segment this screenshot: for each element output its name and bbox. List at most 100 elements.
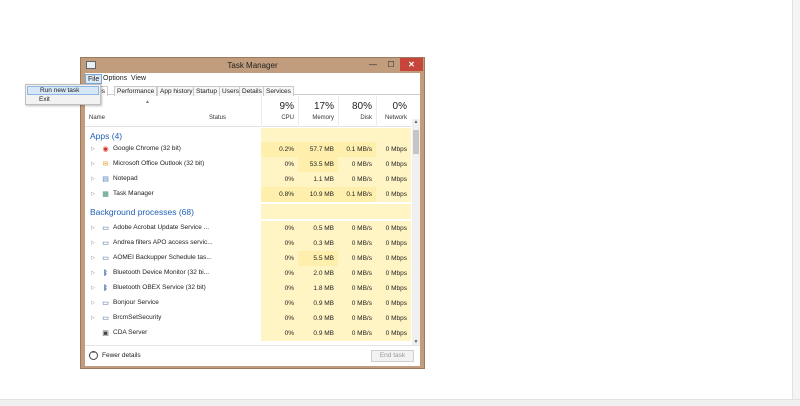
end-task-button[interactable]: End task xyxy=(371,350,414,362)
chrome-icon: ◉ xyxy=(102,146,109,153)
close-button[interactable]: ✕ xyxy=(400,58,423,71)
fewer-details-link[interactable]: Fewer details xyxy=(102,352,141,359)
table-row[interactable]: ▷ ◉ Google Chrome (32 bit) 0.2% 57.7 MB … xyxy=(85,142,411,157)
column-memory-percent[interactable]: 17% xyxy=(298,101,334,112)
process-name: AOMEI Backupper Schedule tas... xyxy=(113,254,212,261)
table-row[interactable]: ▣ CDA Server 0% 0.9 MB 0 MB/s 0 Mbps xyxy=(85,326,411,341)
title-bar[interactable]: Task Manager — ☐ ✕ xyxy=(81,58,424,73)
network-value: 0 Mbps xyxy=(376,296,411,311)
memory-value: 0.3 MB xyxy=(298,236,338,251)
menu-item-exit[interactable]: Exit xyxy=(27,95,99,104)
table-row[interactable]: ▷ ᛒ Bluetooth Device Monitor (32 bi... 0… xyxy=(85,266,411,281)
table-row[interactable]: ▷ ▤ Notepad 0% 1.1 MB 0 MB/s 0 Mbps xyxy=(85,172,411,187)
network-value: 0 Mbps xyxy=(376,172,411,187)
cpu-value: 0% xyxy=(261,236,298,251)
memory-value: 0.9 MB xyxy=(298,311,338,326)
table-row[interactable]: ▷ ▦ Task Manager 0.8% 10.9 MB 0.1 MB/s 0… xyxy=(85,187,411,202)
service-window-icon: ▭ xyxy=(102,240,109,247)
group-header-background[interactable]: Background processes (68) xyxy=(85,204,411,219)
maximize-button[interactable]: ☐ xyxy=(382,58,400,71)
memory-value: 10.9 MB xyxy=(298,187,338,202)
memory-value: 53.5 MB xyxy=(298,157,338,172)
process-name: Notepad xyxy=(113,175,138,182)
tab-performance[interactable]: Performance xyxy=(114,86,158,96)
group-header-apps[interactable]: Apps (4) xyxy=(85,128,411,143)
expand-chevron-icon[interactable]: ▷ xyxy=(91,285,95,291)
scrollbar-thumb[interactable] xyxy=(413,130,419,154)
network-value: 0 Mbps xyxy=(376,236,411,251)
network-value: 0 Mbps xyxy=(376,251,411,266)
service-window-icon: ▭ xyxy=(102,255,109,262)
notepad-icon: ▤ xyxy=(102,176,109,183)
cpu-value: 0% xyxy=(261,266,298,281)
expand-chevron-icon[interactable]: ▷ xyxy=(91,146,95,152)
process-name: Bluetooth Device Monitor (32 bi... xyxy=(113,269,210,276)
menu-view[interactable]: View xyxy=(129,74,148,84)
expand-chevron-icon[interactable]: ▷ xyxy=(91,161,95,167)
column-network-percent[interactable]: 0% xyxy=(376,101,407,112)
column-network[interactable]: Network xyxy=(376,115,407,121)
process-name: Adobe Acrobat Update Service ... xyxy=(113,224,210,231)
disk-value: 0.1 MB/s xyxy=(338,142,376,157)
column-status[interactable]: Status xyxy=(209,115,226,121)
process-list-scrollbar[interactable]: ▲ ▼ xyxy=(412,119,420,345)
cpu-value: 0% xyxy=(261,172,298,187)
network-value: 0 Mbps xyxy=(376,221,411,236)
memory-value: 2.0 MB xyxy=(298,266,338,281)
column-name[interactable]: Name xyxy=(89,115,105,121)
process-name: Andrea filters APO access servic... xyxy=(113,239,213,246)
table-row[interactable]: ▷ ᛒ Bluetooth OBEX Service (32 bit) 0% 1… xyxy=(85,281,411,296)
group-title-apps: Apps (4) xyxy=(90,131,123,141)
tab-app-history[interactable]: App history xyxy=(157,86,196,96)
memory-value: 1.1 MB xyxy=(298,172,338,187)
outlook-icon: ✉ xyxy=(102,161,109,168)
table-row[interactable]: ▷ ✉ Microsoft Office Outlook (32 bit) 0%… xyxy=(85,157,411,172)
service-window-icon: ▭ xyxy=(102,300,109,307)
cpu-value: 0% xyxy=(261,157,298,172)
column-cpu[interactable]: CPU xyxy=(261,115,294,121)
column-cpu-percent[interactable]: 9% xyxy=(261,101,294,112)
expand-chevron-icon[interactable]: ▷ xyxy=(91,240,95,246)
tab-startup[interactable]: Startup xyxy=(193,86,220,96)
column-header: ▲ Name Status 9% CPU 17% Memory 80% Disk… xyxy=(85,96,411,127)
memory-value: 5.5 MB xyxy=(298,251,338,266)
menu-options[interactable]: Options xyxy=(101,74,129,84)
table-row[interactable]: ▷ ▭ BrcmSetSecurity 0% 0.9 MB 0 MB/s 0 M… xyxy=(85,311,411,326)
network-value: 0 Mbps xyxy=(376,142,411,157)
column-memory[interactable]: Memory xyxy=(298,115,334,121)
cpu-value: 0% xyxy=(261,251,298,266)
page-bottom-scrollbar[interactable] xyxy=(0,399,800,406)
tab-services[interactable]: Services xyxy=(263,86,294,96)
table-row[interactable]: ▷ ▭ Bonjour Service 0% 0.9 MB 0 MB/s 0 M… xyxy=(85,296,411,311)
tab-strip: esses Performance App history Startup Us… xyxy=(85,85,420,96)
table-row[interactable]: ▷ ▭ Adobe Acrobat Update Service ... 0% … xyxy=(85,221,411,236)
cpu-value: 0% xyxy=(261,221,298,236)
expand-chevron-icon[interactable]: ▷ xyxy=(91,270,95,276)
disk-value: 0 MB/s xyxy=(338,296,376,311)
chevron-up-icon[interactable]: ⌃ xyxy=(89,351,98,360)
expand-chevron-icon[interactable]: ▷ xyxy=(91,176,95,182)
expand-chevron-icon[interactable]: ▷ xyxy=(91,255,95,261)
page-scrollbar[interactable] xyxy=(792,0,800,406)
expand-chevron-icon[interactable]: ▷ xyxy=(91,300,95,306)
minimize-button[interactable]: — xyxy=(364,58,382,71)
expand-chevron-icon[interactable]: ▷ xyxy=(91,315,95,321)
expand-chevron-icon[interactable]: ▷ xyxy=(91,191,95,197)
column-disk[interactable]: Disk xyxy=(338,115,372,121)
cpu-value: 0% xyxy=(261,296,298,311)
table-row[interactable]: ▷ ▭ AOMEI Backupper Schedule tas... 0% 5… xyxy=(85,251,411,266)
disk-value: 0 MB/s xyxy=(338,157,376,172)
tab-details[interactable]: Details xyxy=(239,86,265,96)
memory-value: 0.9 MB xyxy=(298,326,338,341)
scroll-up-arrow-icon[interactable]: ▲ xyxy=(412,119,420,125)
menu-item-run-new-task[interactable]: Run new task xyxy=(27,86,99,95)
cpu-value: 0% xyxy=(261,281,298,296)
menu-file[interactable]: File xyxy=(85,74,103,84)
disk-value: 0 MB/s xyxy=(338,172,376,187)
expand-chevron-icon[interactable]: ▷ xyxy=(91,225,95,231)
process-name: Task Manager xyxy=(113,190,154,197)
bluetooth-icon: ᛒ xyxy=(103,270,108,277)
column-disk-percent[interactable]: 80% xyxy=(338,101,372,112)
cpu-value: 0.8% xyxy=(261,187,298,202)
table-row[interactable]: ▷ ▭ Andrea filters APO access servic... … xyxy=(85,236,411,251)
